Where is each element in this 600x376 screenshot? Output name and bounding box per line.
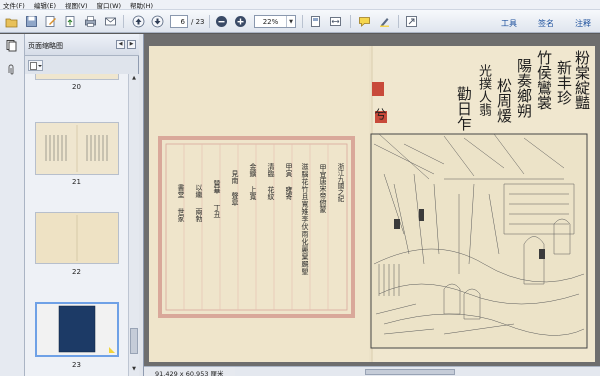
- scroll-down-icon[interactable]: ▼: [130, 366, 138, 374]
- calligraphy-column: 松周煖: [495, 78, 513, 123]
- comment-button[interactable]: [357, 14, 372, 29]
- text-column: 聲皐: [231, 192, 239, 206]
- thumbnail-label: 22: [72, 268, 81, 276]
- menu-bar: 文件(F) 编辑(E) 视图(V) 窗口(W) 帮助(H): [0, 0, 600, 10]
- thumbnail-page-22[interactable]: [35, 212, 119, 264]
- calligraphy-column: 勸日乍: [455, 86, 473, 131]
- text-column: 清臨: [267, 163, 275, 177]
- upload-icon: [63, 14, 78, 29]
- calligraphy-column: 粉棠綻豔: [573, 50, 591, 110]
- thumbnail-page-20[interactable]: [35, 74, 119, 80]
- text-column: 以繼: [195, 184, 203, 198]
- thumbnail-panel: 页面缩略图 ◀ ▶ 20 21 22 23: [25, 34, 139, 376]
- upload-button[interactable]: [63, 14, 78, 29]
- sign-button[interactable]: 签名: [538, 18, 554, 29]
- comment-panel-button[interactable]: 注释: [575, 18, 591, 29]
- open-button[interactable]: [4, 14, 19, 29]
- text-column: 世家: [177, 208, 185, 222]
- save-button[interactable]: [24, 14, 39, 29]
- menu-edit[interactable]: 编辑(E): [34, 0, 56, 10]
- menu-view[interactable]: 视图(V): [65, 0, 88, 10]
- text-column: 雍寄: [285, 186, 293, 200]
- text-column: 花紋: [267, 186, 275, 200]
- close-panel-icon[interactable]: ▶: [127, 40, 136, 49]
- open-icon: [4, 14, 19, 29]
- prev-page-button[interactable]: [131, 14, 146, 29]
- fit-page-icon: [308, 14, 323, 29]
- edit-button[interactable]: [43, 14, 58, 29]
- panel-header: 页面缩略图 ◀ ▶: [25, 34, 139, 56]
- horizontal-scrollbar[interactable]: [235, 366, 600, 376]
- text-column: 兩勃: [195, 208, 203, 222]
- print-button[interactable]: [83, 14, 98, 29]
- expand-icon: [404, 14, 419, 29]
- options-menu-icon[interactable]: [28, 60, 43, 71]
- navigation-strip: [0, 34, 25, 376]
- text-column: 書堂: [177, 184, 185, 198]
- page-total: / 23: [191, 18, 205, 26]
- calligraphy-column: 竹侯鸞裳: [535, 50, 553, 110]
- fit-width-button[interactable]: [328, 14, 343, 29]
- page-number-input[interactable]: 6: [170, 15, 188, 28]
- panel-title: 页面缩略图: [28, 42, 63, 50]
- thumbnail-label: 21: [72, 178, 81, 186]
- zoom-select[interactable]: 22% ▼: [254, 15, 296, 28]
- menu-window[interactable]: 窗口(W): [97, 0, 122, 10]
- highlight-icon: [377, 14, 392, 29]
- right-page-calligraphy: 粉棠綻豔 新丰珍 竹侯鸞裳 陽奏鄉朔 松周煖 光撲人翡 勸日乍 兮: [373, 50, 591, 134]
- left-page-text: 浙江九國之紀 甲宜唐宋帝俯蒙 滋腦花竹且寬雉李伏雨化麗窠颺朢 甲寅 雍寄 清臨 …: [177, 163, 356, 290]
- attachment-icon[interactable]: [4, 62, 19, 77]
- fit-page-button[interactable]: [308, 14, 323, 29]
- thumbnail-page-21[interactable]: [35, 122, 119, 175]
- up-icon: [131, 14, 146, 29]
- menu-help[interactable]: 帮助(H): [130, 0, 153, 10]
- text-column: 甲寅: [285, 163, 293, 177]
- save-icon: [24, 14, 39, 29]
- text-column: 金鑛: [249, 163, 257, 177]
- expand-button[interactable]: [404, 14, 419, 29]
- scrollbar-thumb[interactable]: [130, 328, 138, 354]
- calligraphy-column: 陽奏鄉朔: [515, 58, 533, 118]
- collapse-panel-icon[interactable]: ◀: [116, 40, 125, 49]
- thumbnail-label: 23: [72, 361, 81, 369]
- tools-button[interactable]: 工具: [501, 18, 517, 29]
- thumbnail-page-23[interactable]: [35, 302, 119, 357]
- document-area[interactable]: 浙江九國之紀 甲宜唐宋帝俯蒙 滋腦花竹且寬雉李伏雨化麗窠颺朢 甲寅 雍寄 清臨 …: [144, 34, 600, 376]
- email-button[interactable]: [103, 14, 118, 29]
- text-column: 贊華: [213, 180, 221, 194]
- email-icon: [103, 14, 118, 29]
- thumbnail-list: 20 21 22 23: [25, 74, 128, 376]
- menu-file[interactable]: 文件(F): [3, 0, 25, 10]
- highlight-button[interactable]: [377, 14, 392, 29]
- comment-icon: [357, 14, 372, 29]
- scroll-up-icon[interactable]: ▲: [130, 75, 138, 83]
- zoom-in-icon: [233, 14, 248, 29]
- chevron-down-icon[interactable]: ▼: [286, 16, 295, 27]
- next-page-button[interactable]: [150, 14, 165, 29]
- calligraphy-column: 兮: [373, 108, 387, 120]
- text-column: 滋腦花竹且寬雉李伏雨化麗窠颺朢: [301, 163, 309, 276]
- text-column: 上寬: [249, 186, 257, 200]
- fit-width-icon: [328, 14, 343, 29]
- text-column: 丁丑: [213, 204, 221, 218]
- zoom-out-icon: [214, 14, 229, 29]
- calligraphy-column: 光撲人翡: [476, 64, 491, 116]
- text-column: 甲宜唐宋帝俯蒙: [319, 164, 327, 213]
- text-column: 浙江九國之紀: [336, 163, 344, 202]
- zoom-value: 22%: [262, 17, 279, 26]
- calligraphy-column: 新丰珍: [555, 60, 573, 105]
- down-icon: [150, 14, 165, 29]
- panel-scrollbar[interactable]: ▲ ▼: [128, 74, 139, 376]
- pages-panel-icon[interactable]: [4, 38, 19, 53]
- scrollbar-thumb[interactable]: [365, 369, 455, 375]
- thumbnail-label: 20: [72, 83, 81, 91]
- text-column: 見南: [231, 170, 239, 184]
- print-icon: [83, 14, 98, 29]
- toolbar: 6 / 23 22% ▼ 工具 签名 注释: [0, 10, 600, 33]
- zoom-out-button[interactable]: [214, 14, 229, 29]
- edit-icon: [43, 14, 58, 29]
- zoom-in-button[interactable]: [233, 14, 248, 29]
- page-dimensions: 91.429 x 60.953 厘米: [155, 370, 224, 376]
